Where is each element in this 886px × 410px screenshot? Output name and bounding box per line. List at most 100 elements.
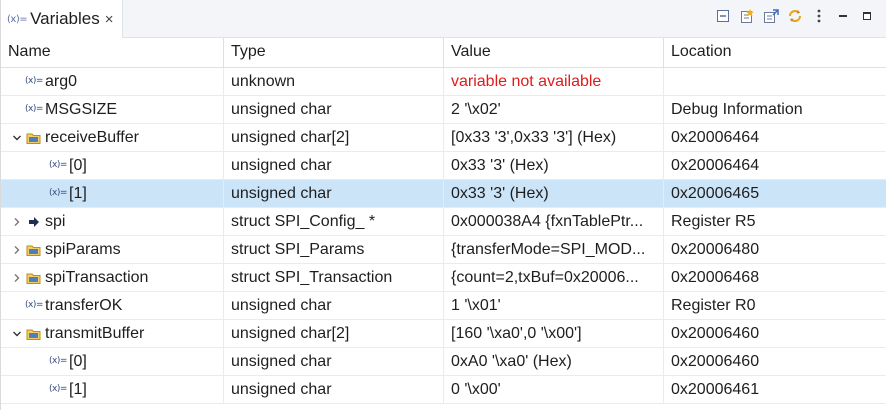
variable-name: arg0 bbox=[45, 73, 78, 90]
name-cell[interactable]: spi bbox=[1, 208, 224, 235]
name-cell[interactable]: spiParams bbox=[1, 236, 224, 263]
table-row[interactable]: receiveBuffer unsigned char[2] [0x33 '3',0… bbox=[1, 124, 886, 152]
table-row[interactable]: (x)= [1] unsigned char 0 '\x00' 0x20006461 bbox=[1, 376, 886, 404]
value-cell[interactable]: {count=2,txBuf=0x20006... bbox=[444, 264, 664, 291]
name-cell[interactable]: (x)= [1] bbox=[1, 180, 224, 207]
type-cell: struct SPI_Params bbox=[224, 236, 444, 263]
name-cell[interactable]: (x)= [0] bbox=[1, 348, 224, 375]
add-global-variables-icon[interactable] bbox=[763, 8, 779, 24]
location-cell: Register R0 bbox=[671, 297, 756, 314]
table-header: Name Type Value Location bbox=[1, 38, 886, 68]
type-cell: struct SPI_Transaction bbox=[224, 264, 444, 291]
value-cell[interactable]: {transferMode=SPI_MOD... bbox=[444, 236, 664, 263]
variable-name: spiTransaction bbox=[45, 269, 149, 286]
variables-view-icon: (x)= bbox=[7, 13, 28, 25]
tab-label: Variables bbox=[30, 9, 100, 28]
value-cell[interactable]: 0x33 '3' (Hex) bbox=[444, 152, 664, 179]
view-menu-icon[interactable] bbox=[811, 8, 827, 24]
tab-variables[interactable]: (x)= Variables × bbox=[1, 0, 123, 38]
variable-name: [0] bbox=[69, 353, 87, 370]
struct-icon bbox=[25, 242, 43, 258]
chevron-down-icon[interactable] bbox=[9, 326, 25, 342]
tab-bar: (x)= Variables × bbox=[1, 0, 886, 38]
value-cell[interactable]: 0xA0 '\xa0' (Hex) bbox=[444, 348, 664, 375]
column-header-type[interactable]: Type bbox=[224, 38, 444, 68]
show-type-names-icon[interactable] bbox=[739, 8, 755, 24]
name-cell[interactable]: (x)= [1] bbox=[1, 376, 224, 403]
table-row[interactable]: (x)= transferOK unsigned char 1 '\x01' Regis… bbox=[1, 292, 886, 320]
column-header-value[interactable]: Value bbox=[444, 38, 664, 68]
type-cell: unsigned char[2] bbox=[224, 124, 444, 151]
type-cell: unsigned char bbox=[224, 152, 444, 179]
column-header-name[interactable]: Name bbox=[1, 38, 224, 68]
variable-name: MSGSIZE bbox=[45, 101, 118, 118]
table-row[interactable]: (x)= [1] unsigned char 0x33 '3' (Hex) 0x2000… bbox=[1, 180, 886, 208]
variable-icon: (x)= bbox=[25, 104, 43, 114]
maximize-icon[interactable] bbox=[859, 8, 875, 24]
variable-icon: (x)= bbox=[25, 76, 43, 86]
type-cell: struct SPI_Config_ * bbox=[224, 208, 444, 235]
chevron-down-icon[interactable] bbox=[9, 130, 25, 146]
column-header-location[interactable]: Location bbox=[664, 38, 886, 68]
value-cell[interactable]: 0x000038A4 {fxnTablePtr... bbox=[444, 208, 664, 235]
type-cell: unsigned char bbox=[224, 96, 444, 123]
location-cell: Register R5 bbox=[671, 213, 756, 230]
type-cell: unknown bbox=[224, 68, 444, 95]
table-row[interactable]: transmitBuffer unsigned char[2] [160 '\xa0… bbox=[1, 320, 886, 348]
variable-name: receiveBuffer bbox=[45, 129, 139, 146]
table-row[interactable]: spi struct SPI_Config_ * 0x000038A4 {fxnTa… bbox=[1, 208, 886, 236]
collapse-all-icon[interactable] bbox=[715, 8, 731, 24]
refresh-icon[interactable] bbox=[787, 8, 803, 24]
variable-name: spiParams bbox=[45, 241, 121, 258]
table-row[interactable]: (x)= [0] unsigned char 0xA0 '\xa0' (Hex) 0x2… bbox=[1, 348, 886, 376]
variable-icon: (x)= bbox=[49, 188, 67, 198]
value-cell[interactable]: 1 '\x01' bbox=[444, 292, 664, 319]
location-cell: 0x20006460 bbox=[671, 325, 760, 342]
type-cell: unsigned char bbox=[224, 292, 444, 319]
value-cell[interactable]: 0 '\x00' bbox=[444, 376, 664, 403]
value-cell[interactable]: variable not available bbox=[444, 68, 664, 95]
view-toolbar bbox=[715, 6, 875, 26]
table-row[interactable]: (x)= [0] unsigned char 0x33 '3' (Hex) 0x2000… bbox=[1, 152, 886, 180]
variables-view: (x)= Variables × Name Type Value Locatio… bbox=[0, 0, 886, 410]
table-row[interactable]: spiParams struct SPI_Params {transferMode=… bbox=[1, 236, 886, 264]
value-cell[interactable]: 2 '\x02' bbox=[444, 96, 664, 123]
type-cell: unsigned char bbox=[224, 348, 444, 375]
location-cell: 0x20006480 bbox=[671, 241, 760, 258]
value-cell[interactable]: [160 '\xa0',0 '\x00'] bbox=[444, 320, 664, 347]
name-cell[interactable]: (x)= arg0 bbox=[1, 68, 224, 95]
value-cell[interactable]: 0x33 '3' (Hex) bbox=[444, 180, 664, 207]
type-cell: unsigned char bbox=[224, 180, 444, 207]
variable-name: [1] bbox=[69, 185, 87, 202]
pointer-icon bbox=[25, 214, 43, 230]
chevron-right-icon[interactable] bbox=[9, 270, 25, 286]
table-row[interactable]: (x)= MSGSIZE unsigned char 2 '\x02' Debug In… bbox=[1, 96, 886, 124]
table-row[interactable]: spiTransaction struct SPI_Transaction {cou… bbox=[1, 264, 886, 292]
close-icon[interactable]: × bbox=[105, 11, 114, 28]
variable-icon: (x)= bbox=[49, 160, 67, 170]
table-row[interactable]: (x)= arg0 unknown variable not available bbox=[1, 68, 886, 96]
chevron-right-icon[interactable] bbox=[9, 214, 25, 230]
minimize-icon[interactable] bbox=[835, 8, 851, 24]
name-cell[interactable]: transmitBuffer bbox=[1, 320, 224, 347]
variables-table: Name Type Value Location (x)= arg0 unknown… bbox=[1, 38, 886, 404]
variable-name: spi bbox=[45, 213, 66, 230]
location-cell: Debug Information bbox=[671, 101, 803, 118]
value-cell[interactable]: [0x33 '3',0x33 '3'] (Hex) bbox=[444, 124, 664, 151]
name-cell[interactable]: receiveBuffer bbox=[1, 124, 224, 151]
chevron-right-icon[interactable] bbox=[9, 242, 25, 258]
struct-icon bbox=[25, 326, 43, 342]
name-cell[interactable]: (x)= [0] bbox=[1, 152, 224, 179]
name-cell[interactable]: spiTransaction bbox=[1, 264, 224, 291]
variable-name: [0] bbox=[69, 157, 87, 174]
variable-name: transferOK bbox=[45, 297, 123, 314]
name-cell[interactable]: (x)= transferOK bbox=[1, 292, 224, 319]
name-cell[interactable]: (x)= MSGSIZE bbox=[1, 96, 224, 123]
type-cell: unsigned char bbox=[224, 376, 444, 403]
